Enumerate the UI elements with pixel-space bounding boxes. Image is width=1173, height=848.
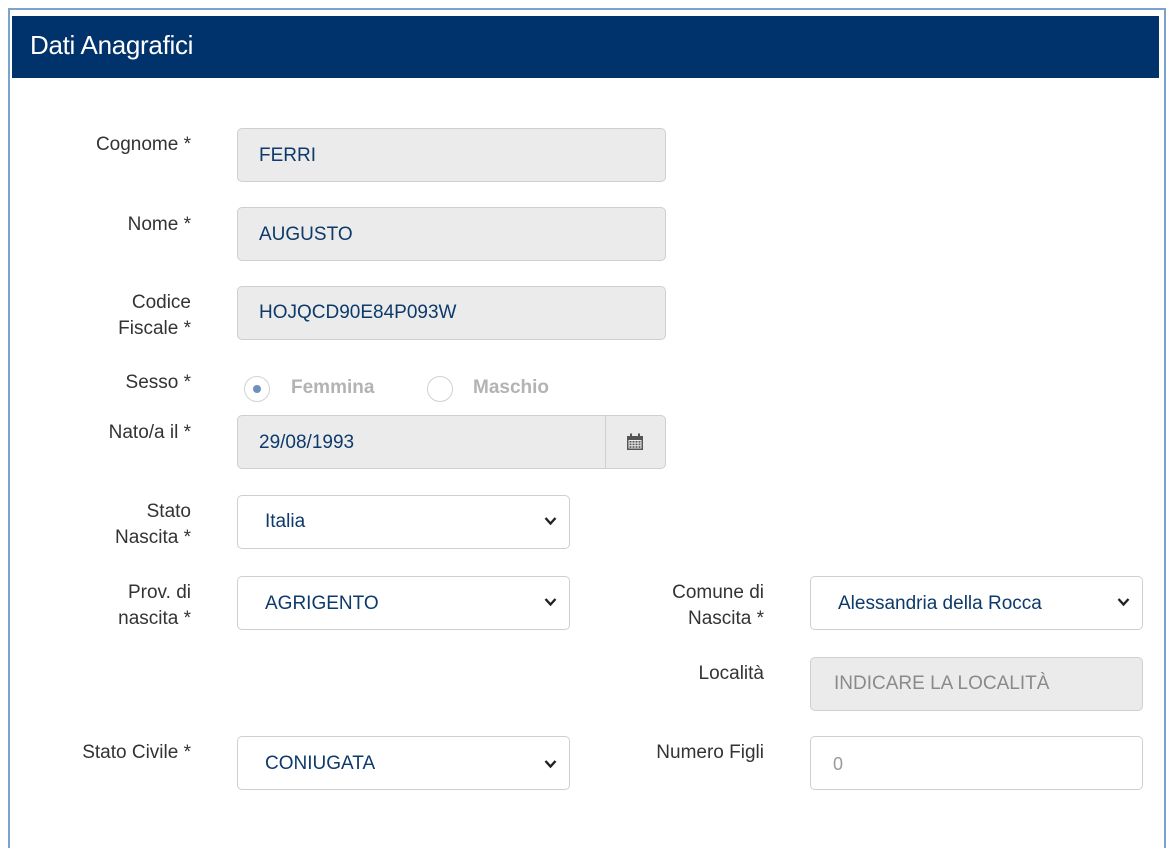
nato-il-field[interactable]: 29/08/1993 xyxy=(237,415,666,469)
localita-field[interactable]: INDICARE LA LOCALITÀ xyxy=(810,657,1143,711)
numero-figli-label: Numero Figli xyxy=(656,742,764,763)
nato-il-value: 29/08/1993 xyxy=(259,432,355,453)
calendar-button[interactable] xyxy=(605,416,665,468)
codice-fiscale-value: HOJQCD90E84P093W xyxy=(259,302,457,323)
stato-civile-label: Stato Civile * xyxy=(82,742,191,763)
radio-maschio-label: Maschio xyxy=(473,377,550,398)
nome-value: AUGUSTO xyxy=(259,224,353,245)
stato-nascita-label: Stato Nascita * xyxy=(114,501,191,548)
radio-maschio[interactable] xyxy=(427,376,453,402)
nome-label: Nome * xyxy=(127,214,191,235)
cognome-label: Cognome * xyxy=(95,134,191,155)
calendar-icon xyxy=(627,433,643,450)
chevron-down-icon xyxy=(544,517,557,526)
codice-fiscale-field[interactable]: HOJQCD90E84P093W xyxy=(237,286,666,340)
nato-il-label: Nato/a il * xyxy=(108,422,191,443)
stato-nascita-value: Italia xyxy=(265,511,306,532)
nome-field[interactable]: AUGUSTO xyxy=(237,207,666,261)
localita-placeholder: INDICARE LA LOCALITÀ xyxy=(834,673,1050,694)
chevron-down-icon xyxy=(1117,598,1130,607)
radio-femmina-label: Femmina xyxy=(291,377,375,398)
stato-civile-value: CONIUGATA xyxy=(265,753,376,774)
chevron-down-icon xyxy=(544,760,557,769)
localita-label: Località xyxy=(698,663,765,684)
radio-femmina[interactable] xyxy=(244,376,270,402)
comune-nascita-value: Alessandria della Rocca xyxy=(838,593,1042,614)
codice-fiscale-label: Codice Fiscale * xyxy=(118,292,191,339)
cognome-value: FERRI xyxy=(259,145,316,166)
numero-figli-input[interactable]: 0 xyxy=(810,736,1143,790)
comune-nascita-label: Comune di Nascita * xyxy=(672,582,764,629)
prov-nascita-label: Prov. di nascita * xyxy=(118,582,191,629)
stato-civile-select[interactable]: CONIUGATA xyxy=(237,736,570,790)
prov-nascita-select[interactable]: AGRIGENTO xyxy=(237,576,570,630)
chevron-down-icon xyxy=(544,598,557,607)
comune-nascita-select[interactable]: Alessandria della Rocca xyxy=(810,576,1143,630)
numero-figli-placeholder: 0 xyxy=(833,754,844,774)
sesso-label: Sesso * xyxy=(125,372,191,393)
stato-nascita-select[interactable]: Italia xyxy=(237,495,570,549)
prov-nascita-value: AGRIGENTO xyxy=(265,593,379,614)
cognome-field[interactable]: FERRI xyxy=(237,128,666,182)
radio-selected-dot xyxy=(253,385,261,393)
panel-header: Dati Anagrafici xyxy=(12,16,1159,78)
panel-title: Dati Anagrafici xyxy=(30,30,194,60)
